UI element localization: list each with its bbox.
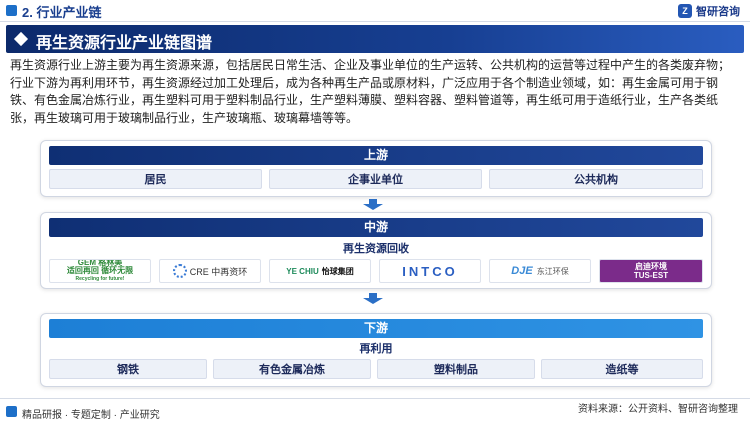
top-bar: 2. 行业产业链 Z 智研咨询 <box>0 0 750 22</box>
diamond-icon <box>13 31 29 47</box>
downstream-item-plastics: 塑料制品 <box>377 359 535 379</box>
flow-arrow-icon <box>360 199 386 210</box>
logo-yechiu: YE CHIU 怡球集团 <box>269 259 371 283</box>
page-title: 再生资源行业产业链图谱 <box>36 35 213 52</box>
logo-cre: CRE 中再资环 <box>159 259 261 283</box>
brand-name: 智研咨询 <box>696 6 740 18</box>
upstream-header: 上游 <box>49 146 703 165</box>
logo-dje-name: 东江环保 <box>536 266 569 276</box>
midstream-panel: 中游 再生资源回收 GEM 格林美 适回再回 循环无限 Recycling fo… <box>40 212 712 289</box>
logo-tus: 启迪环境 TUS-EST <box>599 259 703 283</box>
title-bar: 再生资源行业产业链图谱 <box>6 25 744 53</box>
downstream-header: 下游 <box>49 319 703 338</box>
downstream-item-nonferrous: 有色金属冶炼 <box>213 359 371 379</box>
footer-square-icon <box>6 406 17 417</box>
logo-intco: INTCO <box>379 259 481 283</box>
upstream-item-enterprises: 企事业单位 <box>269 169 482 189</box>
footer-tagline: 精品研报 · 专题定制 · 产业研究 <box>22 410 160 421</box>
logo-gem-en: Recycling for future! <box>75 276 125 282</box>
cre-ring-icon <box>172 264 187 278</box>
logo-cre-name: CRE 中再资环 <box>189 266 248 277</box>
downstream-item-steel: 钢铁 <box>49 359 207 379</box>
logo-gem: GEM 格林美 适回再回 循环无限 Recycling for future! <box>49 259 151 283</box>
logo-dje-mark: DJE <box>511 265 533 277</box>
logo-dje: DJE 东江环保 <box>489 259 591 283</box>
divider <box>0 21 750 22</box>
section-title: 2. 行业产业链 <box>22 5 102 20</box>
upstream-panel: 上游 居民 企事业单位 公共机构 <box>40 140 712 197</box>
upstream-item-residents: 居民 <box>49 169 262 189</box>
section-square-icon <box>6 5 17 16</box>
midstream-header: 中游 <box>49 218 703 237</box>
logo-tus-en: TUS-EST <box>633 271 669 280</box>
flow-arrow-icon <box>360 293 386 304</box>
logo-tus-cn: 启迪环境 <box>635 262 667 271</box>
footer: 精品研报 · 专题定制 · 产业研究 <box>0 398 750 423</box>
upstream-item-public-institutions: 公共机构 <box>489 169 703 189</box>
logo-yechiu-mark: YE CHIU <box>286 266 319 276</box>
intro-paragraph: 再生资源行业上游主要为再生资源来源，包括居民日常生活、企业及事业单位的生产运转、… <box>10 58 731 125</box>
downstream-sublabel: 再利用 <box>359 343 393 355</box>
brand-mark-icon: Z <box>678 4 692 18</box>
logo-yechiu-name: 怡球集团 <box>321 266 354 276</box>
brand-logo: Z 智研咨询 <box>678 3 740 19</box>
midstream-sublabel: 再生资源回收 <box>343 243 409 255</box>
downstream-panel: 下游 再利用 钢铁 有色金属冶炼 塑料制品 造纸等 <box>40 313 712 387</box>
logo-gem-slogan: 适回再回 循环无限 <box>66 266 134 275</box>
logo-intco-name: INTCO <box>402 263 458 279</box>
downstream-item-paper: 造纸等 <box>541 359 703 379</box>
